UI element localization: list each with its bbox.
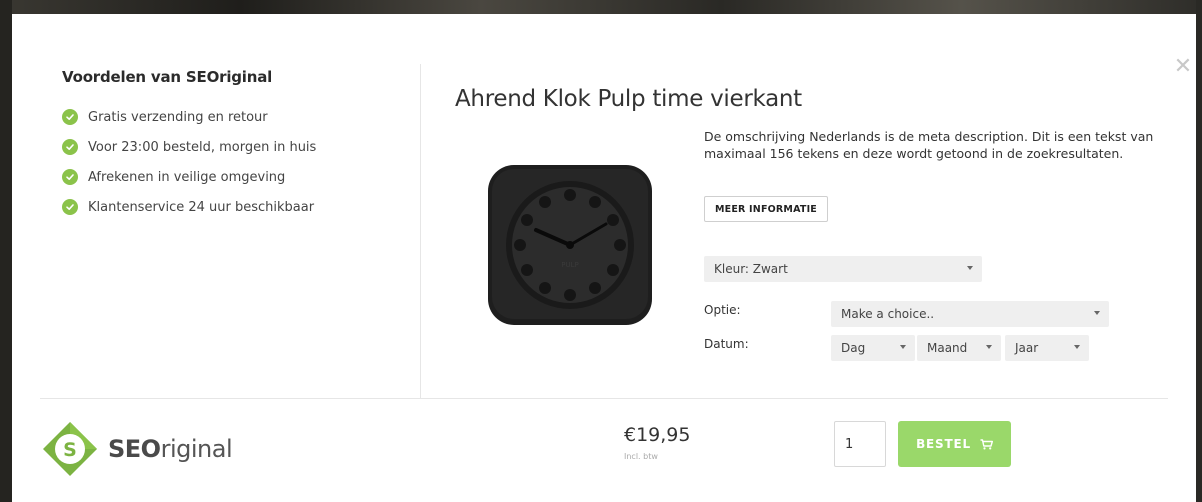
product-title: Ahrend Klok Pulp time vierkant [455,86,802,112]
seoriginal-logo[interactable]: S SEOriginal [40,419,233,479]
quantity-input[interactable] [834,421,886,467]
date-label: Datum: [704,337,749,351]
order-button-label: BESTEL [916,437,971,451]
product-price: €19,95 [624,424,691,446]
horizontal-divider [40,398,1168,399]
color-select-value: Kleur: Zwart [714,262,788,276]
benefit-text: Gratis verzending en retour [88,109,268,125]
logo-letter: S [63,439,77,461]
page-backdrop-right [1196,0,1202,502]
price-note: Incl. btw [624,452,658,461]
check-circle-icon [62,139,78,155]
caret-down-icon [967,266,973,270]
logo-text: SEOriginal [108,435,233,463]
benefit-list: Gratis verzending en retour Voor 23:00 b… [62,102,402,222]
benefit-item: Gratis verzending en retour [62,102,402,132]
logo-text-bold: SEO [108,435,161,463]
option-label: Optie: [704,303,741,317]
page-backdrop-left [0,0,12,502]
benefit-text: Voor 23:00 besteld, morgen in huis [88,139,317,155]
close-icon[interactable]: ✕ [1172,56,1194,78]
vertical-divider [420,64,421,398]
benefits-title: Voordelen van SEOriginal [62,68,273,86]
caret-down-icon [900,345,906,349]
order-button[interactable]: BESTEL [898,421,1011,467]
month-select[interactable]: Maand [917,335,1001,361]
caret-down-icon [1074,345,1080,349]
quick-view-modal: ✕ Voordelen van SEOriginal Gratis verzen… [12,14,1196,502]
logo-text-rest: riginal [160,435,233,463]
cart-icon [980,438,993,449]
benefit-item: Klantenservice 24 uur beschikbaar [62,192,402,222]
product-description: De omschrijving Nederlands is de meta de… [704,129,1154,161]
page-backdrop [0,0,1202,14]
product-image[interactable]: PULP [482,159,658,335]
check-circle-icon [62,169,78,185]
day-select-value: Dag [841,341,866,355]
year-select-value: Jaar [1015,341,1039,355]
caret-down-icon [986,345,992,349]
clock-brand: PULP [561,261,578,269]
check-circle-icon [62,199,78,215]
benefit-text: Afrekenen in veilige omgeving [88,169,286,185]
benefits-panel: Voordelen van SEOriginal Gratis verzendi… [62,68,402,222]
logo-mark-icon: S [43,422,97,476]
check-circle-icon [62,109,78,125]
year-select[interactable]: Jaar [1005,335,1089,361]
caret-down-icon [1094,311,1100,315]
benefit-item: Voor 23:00 besteld, morgen in huis [62,132,402,162]
option-select-value: Make a choice.. [841,307,935,321]
color-select[interactable]: Kleur: Zwart [704,256,982,282]
option-select[interactable]: Make a choice.. [831,301,1109,327]
month-select-value: Maand [927,341,968,355]
benefit-text: Klantenservice 24 uur beschikbaar [88,199,315,215]
day-select[interactable]: Dag [831,335,915,361]
benefit-item: Afrekenen in veilige omgeving [62,162,402,192]
more-info-button[interactable]: MEER INFORMATIE [704,196,828,222]
